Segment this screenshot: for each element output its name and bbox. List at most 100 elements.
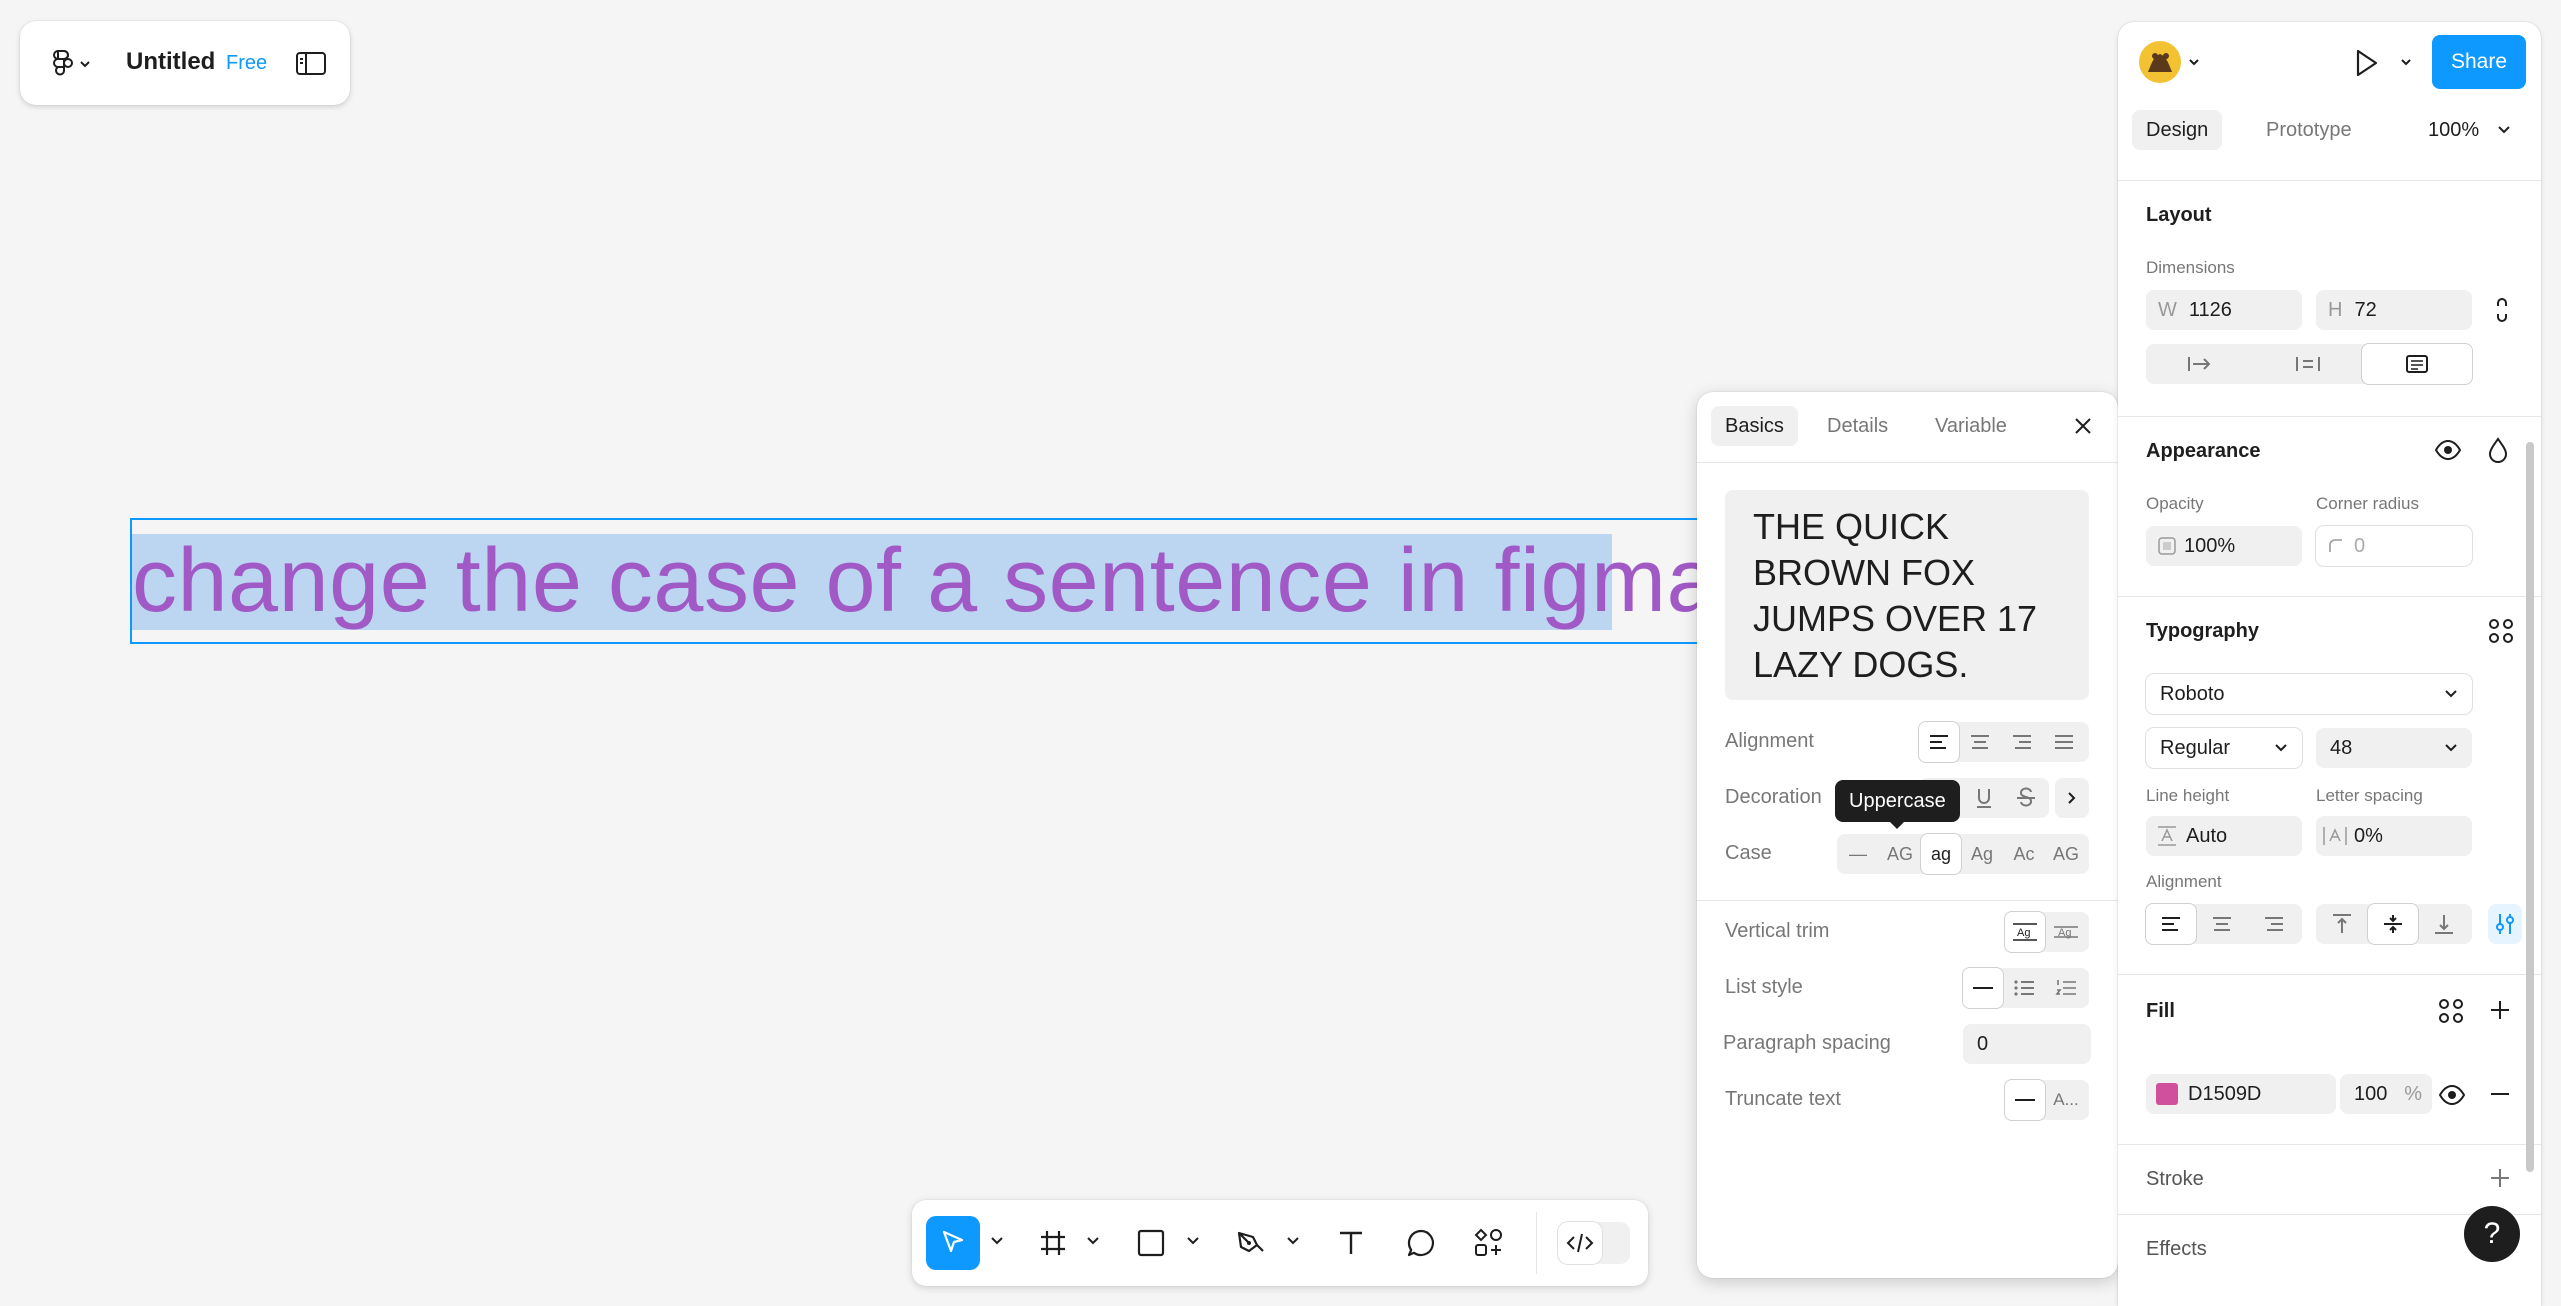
letter-spacing-icon	[2323, 827, 2347, 845]
plan-badge[interactable]: Free	[226, 52, 267, 75]
align-middle-button[interactable]	[2368, 904, 2418, 944]
panel-scrollbar[interactable]	[2526, 442, 2534, 1172]
fill-color-swatch[interactable]	[2156, 1083, 2178, 1105]
auto-height-button[interactable]	[2254, 344, 2362, 384]
strikethrough-button[interactable]	[2005, 778, 2047, 818]
present-play-icon[interactable]	[2350, 46, 2416, 80]
strikethrough-icon	[2017, 787, 2035, 807]
corner-radius-input[interactable]: 0	[2316, 526, 2472, 566]
figma-menu-icon[interactable]	[48, 47, 92, 79]
font-weight-select[interactable]: Regular	[2146, 728, 2302, 768]
fixed-size-button[interactable]	[2362, 344, 2472, 384]
tab-details[interactable]: Details	[1813, 406, 1902, 446]
avatar[interactable]	[2138, 40, 2202, 86]
tab-design[interactable]: Design	[2132, 110, 2223, 150]
text-align-right-button[interactable]	[2248, 904, 2300, 944]
svg-text:Ag: Ag	[2017, 927, 2030, 939]
align-left-icon	[2162, 917, 2180, 931]
chevron-down-icon[interactable]	[1086, 1234, 1100, 1248]
truncate-on-button[interactable]: A...	[2045, 1080, 2087, 1120]
align-justify-button[interactable]	[2043, 722, 2085, 762]
chevron-down-icon[interactable]	[1286, 1234, 1300, 1248]
tab-basics[interactable]: Basics	[1711, 406, 1798, 446]
canvas-text-layer[interactable]: change the case of a sentence in figma.	[132, 530, 1743, 633]
list-numbered-button[interactable]	[2045, 968, 2087, 1008]
eye-icon[interactable]	[2434, 436, 2462, 464]
help-button[interactable]: ?	[2464, 1206, 2520, 1262]
chevron-down-icon[interactable]	[1186, 1234, 1200, 1248]
dev-mode-toggle[interactable]	[1558, 1222, 1630, 1264]
text-align-left-button[interactable]	[2146, 904, 2196, 944]
fill-opacity-input[interactable]: 100 %	[2340, 1074, 2432, 1114]
underline-button[interactable]	[1963, 778, 2005, 818]
width-input[interactable]: W 1126	[2146, 290, 2302, 330]
more-decoration-button[interactable]	[2055, 778, 2089, 818]
tab-prototype[interactable]: Prototype	[2252, 110, 2366, 150]
fill-opacity-unit: %	[2404, 1083, 2422, 1105]
pen-tool-button[interactable]	[1224, 1216, 1278, 1270]
chevron-down-icon[interactable]	[990, 1234, 1004, 1248]
alignment-label: Alignment	[1725, 730, 1814, 752]
align-top-icon	[2333, 914, 2351, 933]
typography-alignment-label: Alignment	[2146, 872, 2222, 891]
align-left-button[interactable]	[1919, 722, 1959, 762]
truncate-off-button[interactable]	[2005, 1080, 2045, 1120]
sidebar-toggle-icon[interactable]	[294, 47, 328, 79]
corner-radius-value: 0	[2354, 535, 2366, 557]
auto-width-button[interactable]	[2146, 344, 2254, 384]
text-styles-icon[interactable]	[2488, 618, 2514, 644]
trim-standard-button[interactable]: Ag	[2005, 912, 2045, 952]
font-size-input[interactable]: 48	[2316, 728, 2472, 768]
fill-color-input[interactable]: D1509D	[2146, 1074, 2336, 1114]
trim-cap-button[interactable]: Ag	[2045, 912, 2087, 952]
case-lowercase-button[interactable]: ag	[1921, 834, 1961, 874]
move-tool-button[interactable]	[926, 1216, 980, 1270]
stroke-section-title: Stroke	[2146, 1168, 2204, 1190]
opacity-input[interactable]: 100%	[2146, 526, 2302, 566]
paragraph-spacing-input[interactable]: 0	[1963, 1024, 2091, 1064]
text-tool-button[interactable]	[1324, 1216, 1378, 1270]
close-icon[interactable]	[2069, 412, 2097, 440]
align-center-button[interactable]	[1959, 722, 2001, 762]
frame-tool-button[interactable]	[1026, 1216, 1080, 1270]
comment-tool-button[interactable]	[1394, 1216, 1448, 1270]
align-center-icon	[1971, 735, 1989, 749]
height-input[interactable]: H 72	[2316, 290, 2472, 330]
underline-icon	[1977, 789, 1991, 808]
case-uppercase-button[interactable]: AG	[1879, 834, 1921, 874]
blend-mode-drop-icon[interactable]	[2486, 436, 2510, 464]
svg-text:Ag: Ag	[2058, 927, 2071, 939]
align-bottom-button[interactable]	[2418, 904, 2470, 944]
case-title-button[interactable]: Ag	[1961, 834, 2003, 874]
line-height-input[interactable]: Auto	[2146, 816, 2302, 856]
numbered-list-icon	[2055, 980, 2076, 995]
actions-tool-button[interactable]	[1462, 1216, 1516, 1270]
remove-fill-icon[interactable]	[2488, 1084, 2512, 1104]
align-top-button[interactable]	[2316, 904, 2368, 944]
case-small-caps-button[interactable]: Ac	[2003, 834, 2045, 874]
fill-styles-icon[interactable]	[2438, 998, 2464, 1024]
share-button[interactable]: Share	[2432, 35, 2526, 89]
shape-tool-button[interactable]	[1124, 1216, 1178, 1270]
font-family-select[interactable]: Roboto	[2146, 674, 2472, 714]
fill-opacity-value: 100	[2354, 1083, 2388, 1105]
resize-mode-control	[2146, 344, 2472, 384]
add-stroke-icon[interactable]	[2488, 1166, 2512, 1190]
zoom-level[interactable]: 100%	[2428, 110, 2511, 150]
fixed-size-icon	[2406, 355, 2428, 373]
list-bullet-button[interactable]	[2003, 968, 2045, 1008]
case-small-caps-forced-button[interactable]: AG	[2045, 834, 2087, 874]
constrain-proportions-icon[interactable]	[2490, 296, 2514, 324]
case-none-button[interactable]: —	[1837, 834, 1879, 874]
align-right-button[interactable]	[2001, 722, 2043, 762]
text-align-center-button[interactable]	[2196, 904, 2248, 944]
add-fill-icon[interactable]	[2488, 998, 2512, 1022]
file-title[interactable]: Untitled	[126, 48, 215, 76]
appearance-section-title: Appearance	[2146, 440, 2261, 462]
letter-spacing-input[interactable]: 0%	[2316, 816, 2472, 856]
type-settings-button[interactable]	[2488, 904, 2522, 944]
list-none-button[interactable]	[1963, 968, 2003, 1008]
fill-visibility-eye-icon[interactable]	[2438, 1081, 2466, 1109]
tab-variable[interactable]: Variable	[1921, 406, 2021, 446]
trim-standard-icon: Ag	[2013, 923, 2037, 941]
